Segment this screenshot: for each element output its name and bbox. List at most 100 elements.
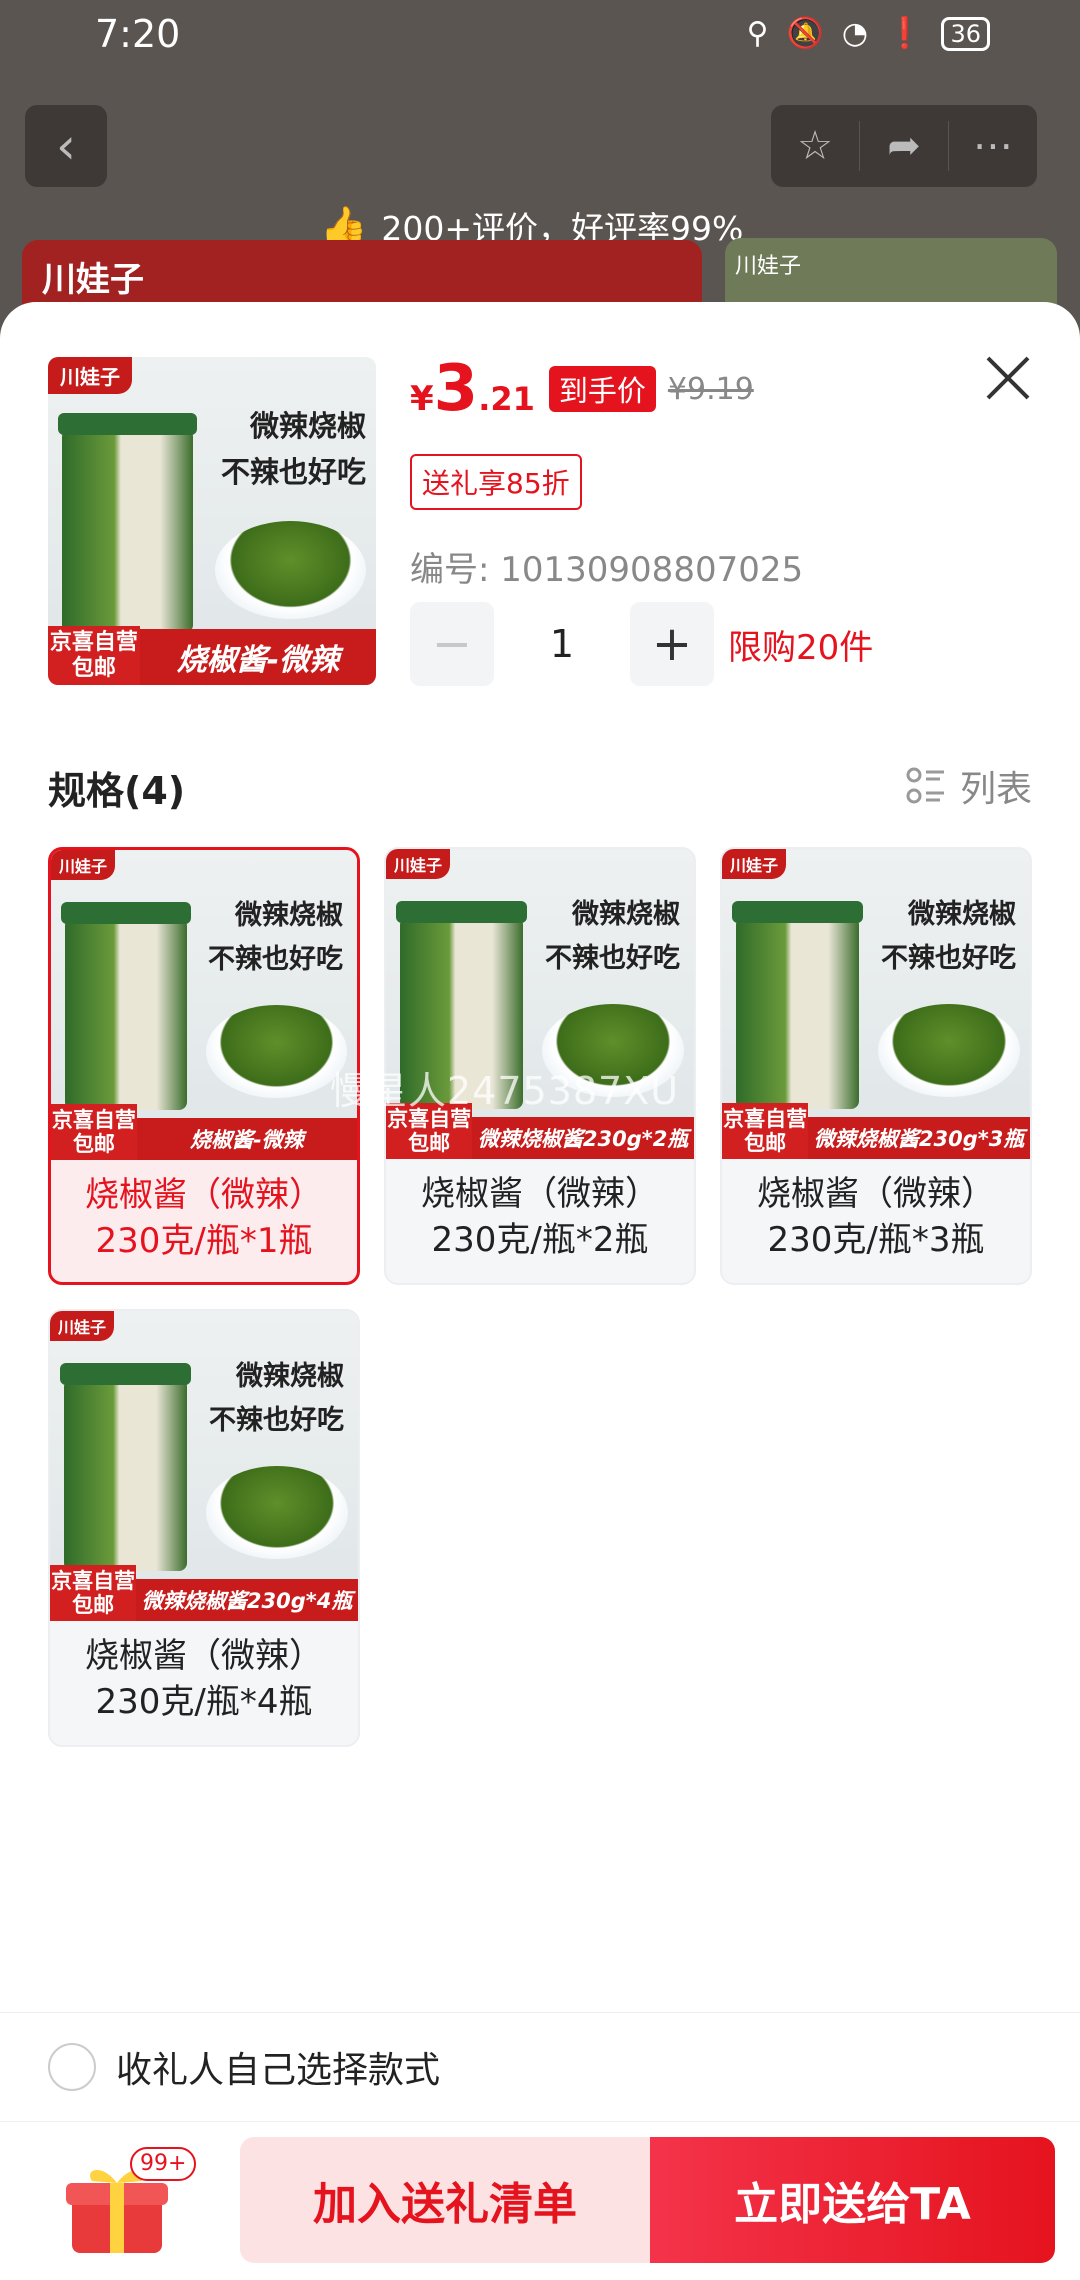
add-to-gift-list-button[interactable]: 加入送礼清单 xyxy=(240,2137,650,2263)
bowl-image xyxy=(878,1004,1020,1097)
jd-tag: 京喜自营 包邮 xyxy=(48,626,140,685)
jd-tag-line-2: 包邮 xyxy=(72,1131,115,1156)
chevron-left-icon: ‹ xyxy=(56,117,76,175)
status-bar: 7:20 ⚲ 🔕 ◔ ❗ 36 xyxy=(0,0,1080,75)
close-icon[interactable] xyxy=(980,350,1036,406)
purchase-limit: 限购20件 xyxy=(728,627,874,668)
brand-badge: 川娃子 xyxy=(50,1311,115,1341)
list-view-label: 列表 xyxy=(959,769,1032,810)
nav-actions: ☆ ➦ ⋯ xyxy=(771,105,1037,187)
jar-image xyxy=(59,1363,192,1572)
list-view-toggle[interactable]: 列表 xyxy=(906,760,1032,812)
spec-name: 烧椒酱（微辣） xyxy=(85,1636,323,1676)
jd-tag-line-1: 京喜自营 xyxy=(49,630,138,656)
quantity-value[interactable]: 1 xyxy=(494,622,630,666)
recipient-choice-label: 收礼人自己选择款式 xyxy=(116,2050,441,2091)
radio-button[interactable] xyxy=(48,2043,96,2091)
bowl-image xyxy=(206,1466,348,1559)
spec-quantity: 230克/瓶*2瓶 xyxy=(431,1220,649,1260)
jd-tag: 京喜自营 包邮 xyxy=(51,1103,137,1160)
mute-bell-icon: 🔕 xyxy=(786,16,824,51)
jd-tag: 京喜自营 包邮 xyxy=(722,1102,809,1159)
star-icon[interactable]: ☆ xyxy=(771,121,860,171)
spec-grid: 川娃子 微辣烧椒 不辣也好吃 京喜自营 包邮 烧椒酱-微辣 烧椒酱（微辣） 23… xyxy=(48,847,1032,1747)
spec-option-label: 烧椒酱（微辣） 230克/瓶*4瓶 xyxy=(50,1621,358,1725)
jd-tag-line-1: 京喜自营 xyxy=(51,1568,136,1593)
quantity-stepper: − 1 + 限购20件 xyxy=(410,602,873,686)
price-decimal: .21 xyxy=(478,380,535,418)
spec-option-label: 烧椒酱（微辣） 230克/瓶*3瓶 xyxy=(722,1159,1030,1263)
jar-image xyxy=(57,413,198,633)
jar-image xyxy=(60,902,192,1111)
slogan-line-1: 微辣烧椒 xyxy=(572,899,680,931)
status-time: 7:20 xyxy=(95,12,181,56)
jd-tag-line-2: 包邮 xyxy=(408,1130,451,1155)
slogan-line-1: 微辣烧椒 xyxy=(249,408,366,443)
image-title-bar: 烧椒酱-微辣 xyxy=(139,629,376,685)
slogan-line-2: 不辣也好吃 xyxy=(545,942,680,974)
spec-option[interactable]: 川娃子 微辣烧椒 不辣也好吃 京喜自营 包邮 烧椒酱-微辣 烧椒酱（微辣） 23… xyxy=(48,847,360,1285)
price-symbol: ¥ xyxy=(410,379,434,419)
spec-option[interactable]: 川娃子 微辣烧椒 不辣也好吃 京喜自营 包邮 微辣烧椒酱230g*3瓶 烧椒酱（… xyxy=(720,847,1032,1285)
spec-name: 烧椒酱（微辣） xyxy=(757,1174,995,1214)
battery-icon: 36 xyxy=(941,16,990,51)
bottom-action-bar: 99+ 加入送礼清单 立即送给TA xyxy=(0,2127,1080,2277)
more-icon[interactable]: ⋯ xyxy=(949,121,1037,171)
slogan-line-2: 不辣也好吃 xyxy=(881,942,1016,974)
image-title-bar: 微辣烧椒酱230g*2瓶 xyxy=(472,1117,694,1159)
plus-icon: + xyxy=(651,616,693,672)
spec-name: 烧椒酱（微辣） xyxy=(421,1174,659,1214)
gift-count-badge: 99+ xyxy=(130,2147,197,2181)
slogan-line-1: 微辣烧椒 xyxy=(235,900,343,932)
spec-quantity: 230克/瓶*1瓶 xyxy=(95,1221,313,1261)
bowl-image xyxy=(215,521,366,620)
image-title-bar: 微辣烧椒酱230g*4瓶 xyxy=(136,1579,358,1621)
price-integer: 3 xyxy=(433,352,479,426)
brand-logo-small: 川娃子 xyxy=(735,254,802,279)
slogan-line-2: 不辣也好吃 xyxy=(209,1404,344,1436)
spec-option[interactable]: 川娃子 微辣烧椒 不辣也好吃 京喜自营 包邮 微辣烧椒酱230g*4瓶 烧椒酱（… xyxy=(48,1309,360,1747)
status-icons: ⚲ 🔕 ◔ ❗ 36 xyxy=(747,16,990,51)
bowl-image xyxy=(206,1005,347,1098)
sku-selection-sheet: 川娃子 微辣烧椒 不辣也好吃 京喜自营 包邮 烧椒酱-微辣 ¥ 3 .21 到手… xyxy=(0,302,1080,2280)
original-price: ¥9.19 xyxy=(667,371,754,407)
brand-badge: 川娃子 xyxy=(51,850,116,880)
jd-tag-line-1: 京喜自营 xyxy=(51,1107,136,1132)
image-title-bar: 烧椒酱-微辣 xyxy=(136,1118,357,1160)
list-icon xyxy=(906,767,944,804)
spec-section-title: 规格(4) xyxy=(48,769,186,813)
slogan-line-2: 不辣也好吃 xyxy=(208,943,343,975)
decrease-button[interactable]: − xyxy=(410,602,494,686)
spec-name: 烧椒酱（微辣） xyxy=(85,1175,323,1215)
increase-button[interactable]: + xyxy=(630,602,714,686)
image-title-bar: 微辣烧椒酱230g*3瓶 xyxy=(808,1117,1030,1159)
jd-tag-line-2: 包邮 xyxy=(71,655,116,681)
jd-tag: 京喜自营 包邮 xyxy=(50,1564,137,1621)
jar-image xyxy=(731,901,864,1110)
spec-quantity: 230克/瓶*3瓶 xyxy=(767,1220,985,1260)
location-icon: ⚲ xyxy=(746,16,769,51)
wifi-icon: ◔ xyxy=(841,16,869,51)
slogan-line-1: 微辣烧椒 xyxy=(236,1361,344,1393)
jd-tag-line-2: 包邮 xyxy=(744,1130,787,1155)
watermark: 慢星人2475387XU xyxy=(330,1069,680,1113)
spec-option-label: 烧椒酱（微辣） 230克/瓶*2瓶 xyxy=(386,1159,694,1263)
gift-discount-badge: 送礼享85折 xyxy=(410,454,582,510)
price-row: ¥ 3 .21 到手价 ¥9.19 xyxy=(410,352,754,426)
slogan-line-2: 不辣也好吃 xyxy=(220,454,366,489)
sku-number: 编号: 10130908807025 xyxy=(410,550,804,590)
jd-tag-line-2: 包邮 xyxy=(72,1592,115,1617)
back-button[interactable]: ‹ xyxy=(25,105,107,187)
recipient-choice-option[interactable]: 收礼人自己选择款式 xyxy=(0,2012,1080,2122)
slogan-line-1: 微辣烧椒 xyxy=(908,899,1016,931)
brand-badge: 川娃子 xyxy=(386,849,451,879)
spec-quantity: 230克/瓶*4瓶 xyxy=(95,1682,313,1722)
share-icon[interactable]: ➦ xyxy=(860,121,949,171)
brand-badge: 川娃子 xyxy=(722,849,787,879)
minus-icon: − xyxy=(431,616,473,672)
product-image: 川娃子 微辣烧椒 不辣也好吃 京喜自营 包邮 烧椒酱-微辣 xyxy=(48,357,376,685)
send-gift-now-button[interactable]: 立即送给TA xyxy=(650,2137,1055,2263)
alert-icon: ❗ xyxy=(886,16,924,51)
jd-tag-line-1: 京喜自营 xyxy=(723,1106,808,1131)
background-product-page: 7:20 ⚲ 🔕 ◔ ❗ 36 ‹ ☆ ➦ ⋯ 👍 200+评价，好评率99% … xyxy=(0,0,1080,350)
